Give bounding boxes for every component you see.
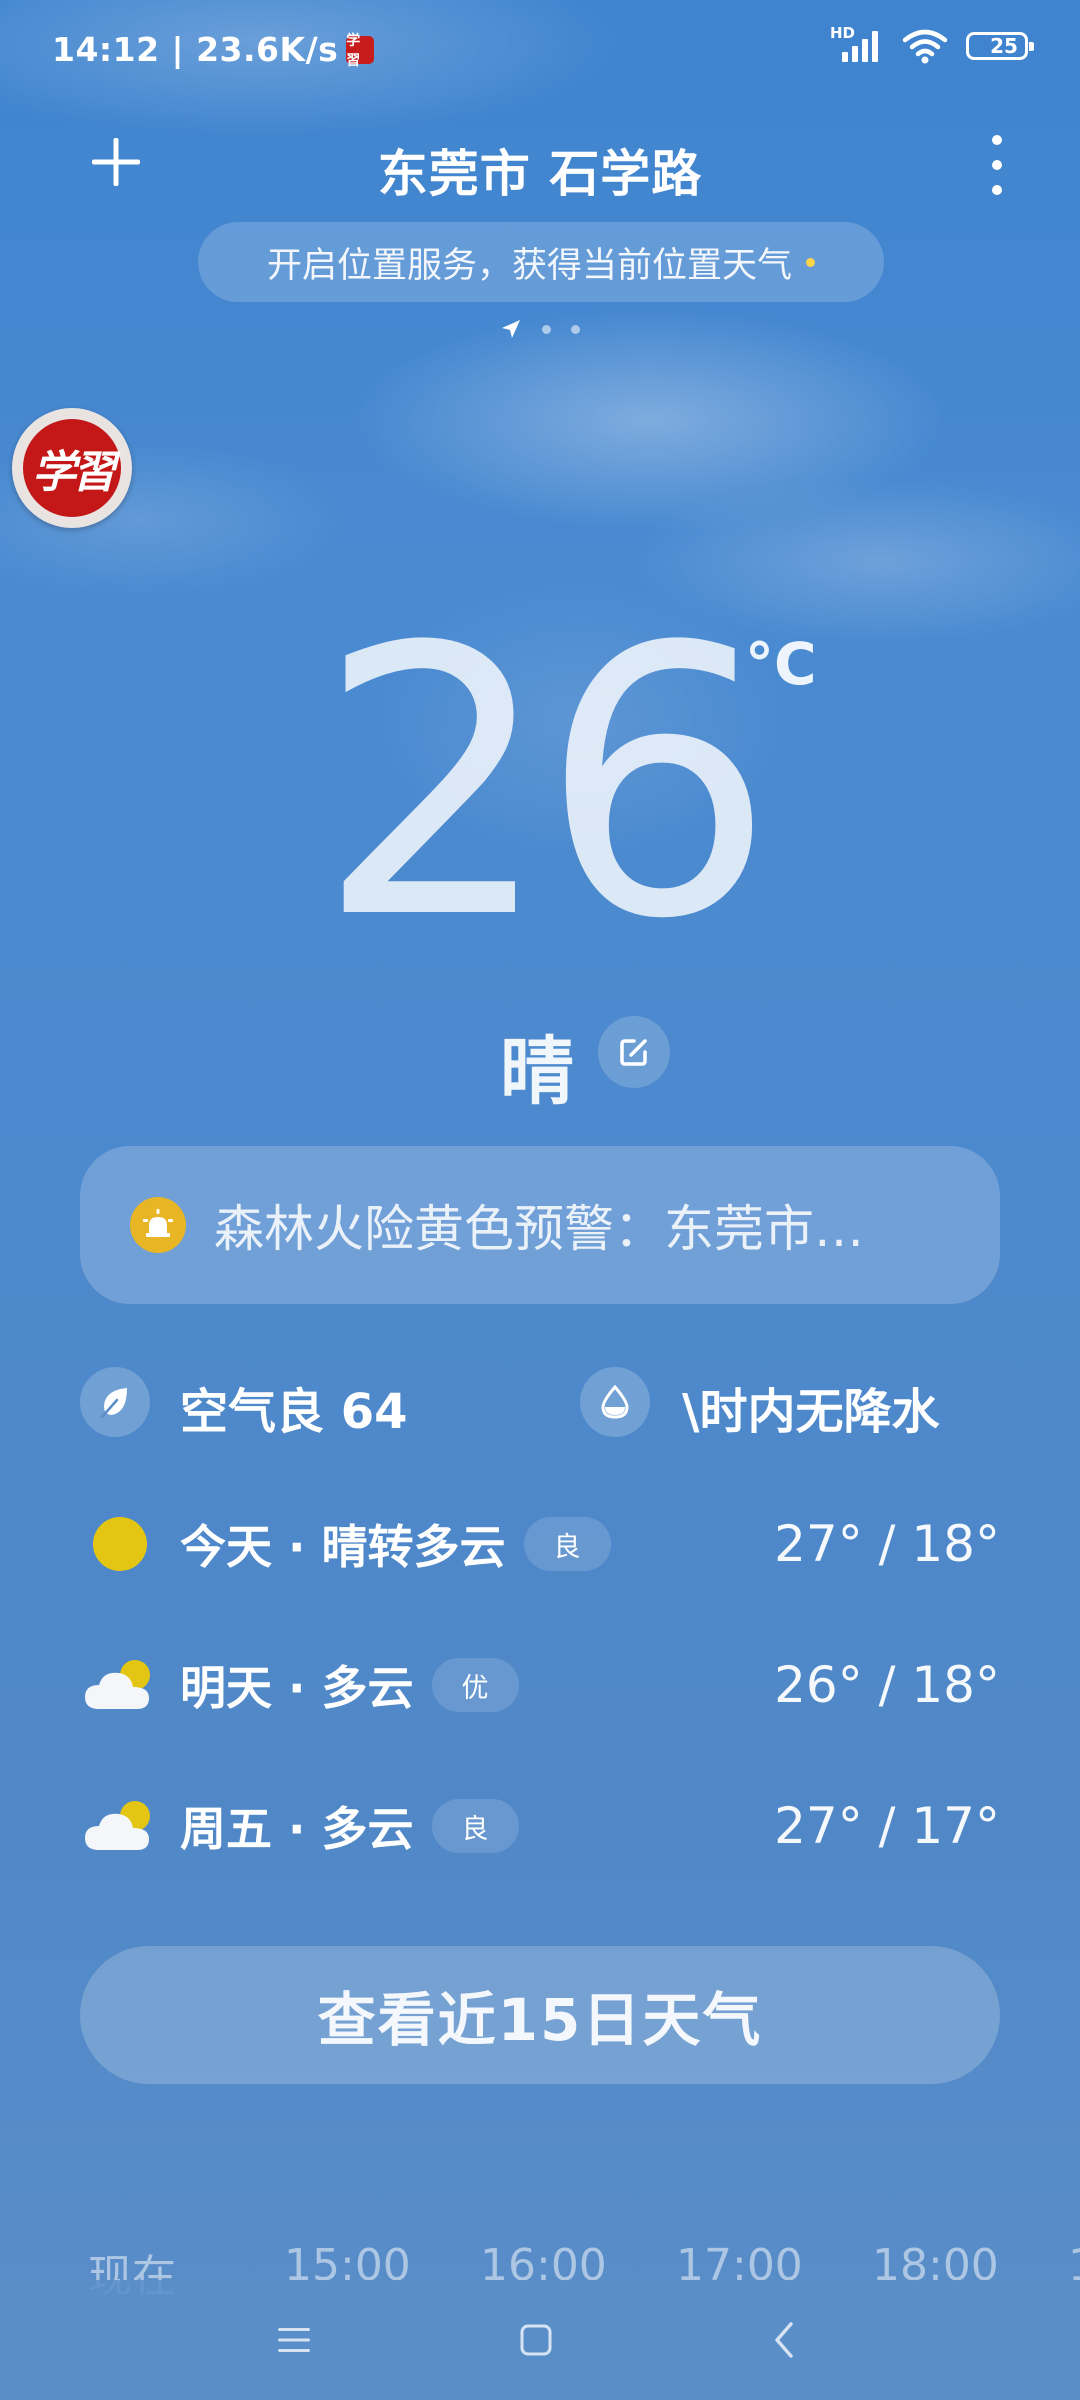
sun-icon xyxy=(80,1504,160,1584)
edit-icon xyxy=(620,1039,647,1066)
xuexi-floating-button[interactable]: 学習 xyxy=(12,408,132,528)
partly-cloudy-icon xyxy=(80,1786,160,1866)
city-title[interactable]: 东莞市 石学路 xyxy=(0,134,1080,206)
signal-icon: HD xyxy=(830,24,884,64)
status-bar-right: HD 25 xyxy=(830,24,1034,64)
square-icon xyxy=(520,2324,552,2356)
leaf-icon xyxy=(80,1367,150,1437)
wifi-icon xyxy=(902,28,948,64)
forecast-row-tomorrow[interactable]: 明天 · 多云 优 26° / 18° xyxy=(80,1645,1000,1725)
back-button[interactable] xyxy=(744,2300,824,2380)
recent-apps-button[interactable] xyxy=(254,2300,334,2380)
forecast-day-condition: 周五 · 多云 xyxy=(180,1802,414,1856)
raindrop-icon xyxy=(580,1367,650,1437)
location-arrow-icon xyxy=(502,320,520,338)
current-condition: 晴 xyxy=(500,1029,574,1115)
back-chevron-icon xyxy=(775,2322,793,2358)
edit-condition-button[interactable] xyxy=(598,1016,670,1088)
view-15-day-forecast-button[interactable]: 查看近15日天气 xyxy=(80,1946,1000,2084)
forecast-day-condition: 明天 · 多云 xyxy=(180,1661,414,1715)
menu-lines-icon xyxy=(278,2328,310,2352)
forecast-aqi-badge: 良 xyxy=(523,1517,611,1571)
weather-warning-card[interactable]: 森林火险黄色预警：东莞市… xyxy=(80,1146,1000,1304)
page-dot xyxy=(542,324,551,334)
precipitation-link[interactable]: \时内无降水 xyxy=(682,1372,940,1442)
more-dots-icon xyxy=(992,135,1002,145)
more-options-button[interactable] xyxy=(982,135,1012,195)
temperature-unit: °C xyxy=(745,630,817,698)
notification-dot xyxy=(806,257,815,267)
location-prompt-text: 开启位置服务，获得当前位置天气 xyxy=(266,245,792,286)
status-time-speed: 14:12 | 23.6K/s xyxy=(52,30,339,69)
xuexi-logo: 学習 xyxy=(23,419,121,517)
forecast-day-condition: 今天 · 晴转多云 xyxy=(180,1520,506,1574)
forecast-row-friday[interactable]: 周五 · 多云 良 27° / 17° xyxy=(80,1786,1000,1866)
forecast-aqi-badge: 优 xyxy=(431,1658,519,1712)
partly-cloudy-icon xyxy=(80,1645,160,1725)
forecast-row-today[interactable]: 今天 · 晴转多云 良 27° / 18° xyxy=(80,1504,1000,1584)
enable-location-banner[interactable]: 开启位置服务，获得当前位置天气 xyxy=(198,222,884,302)
current-temperature: 26 xyxy=(316,570,776,1000)
alarm-light-icon xyxy=(130,1197,186,1253)
city-page-indicator xyxy=(0,318,1080,340)
forecast-temps: 27° / 18° xyxy=(774,1515,1000,1573)
forecast-aqi-badge: 良 xyxy=(431,1799,519,1853)
battery-icon: 25 xyxy=(966,32,1034,60)
air-quality-link[interactable]: 空气良 64 xyxy=(180,1372,408,1442)
page-dot xyxy=(571,324,580,334)
warning-text: 森林火险黄色预警：东莞市… xyxy=(214,1200,864,1258)
forecast-temps: 27° / 17° xyxy=(774,1797,1000,1855)
xuexi-notification-icon: 学習 xyxy=(346,33,375,69)
home-button[interactable] xyxy=(496,2300,576,2380)
forecast-temps: 26° / 18° xyxy=(774,1656,1000,1714)
status-bar-left: 14:12 | 23.6K/s 学習 xyxy=(52,30,375,69)
